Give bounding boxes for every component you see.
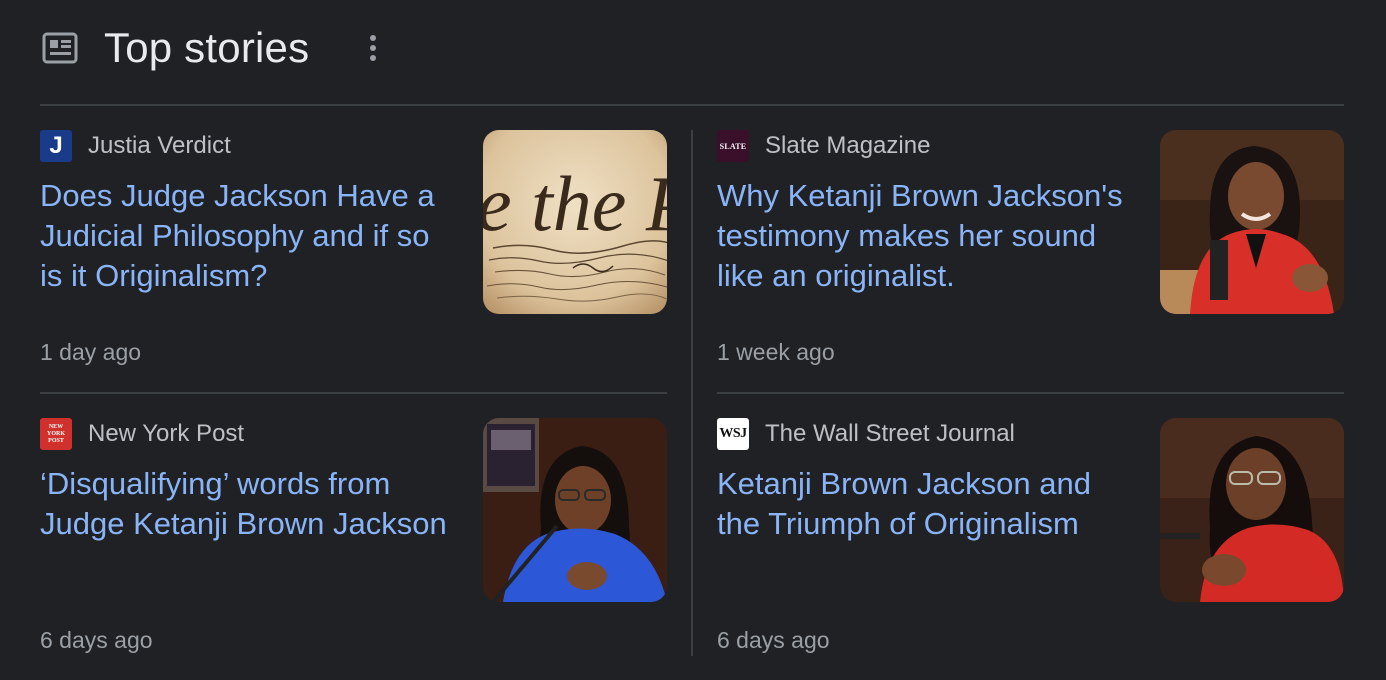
story-time: 6 days ago	[717, 627, 830, 653]
ketanji-brown-jackson-hearing-image[interactable]	[1160, 418, 1344, 602]
constitution-image[interactable]: e the Pe	[483, 130, 667, 314]
source-name: Justia Verdict	[88, 132, 231, 159]
more-options-button[interactable]	[361, 24, 385, 72]
story-source: WSJ The Wall Street Journal	[717, 418, 1015, 450]
story-card[interactable]: SLATE Slate Magazine Why Ketanji Brown J…	[717, 130, 1344, 370]
wall-street-journal-logo: WSJ	[717, 418, 749, 450]
justia-logo: J	[40, 130, 72, 162]
source-name: The Wall Street Journal	[765, 420, 1015, 447]
story-headline[interactable]: Does Judge Jackson Have a Judicial Philo…	[40, 176, 450, 296]
story-headline[interactable]: Why Ketanji Brown Jackson's testimony ma…	[717, 176, 1127, 296]
source-name: New York Post	[88, 420, 245, 447]
story-source: NEW YORK POST New York Post	[40, 418, 244, 450]
ketanji-brown-jackson-blue-jacket-image[interactable]	[483, 418, 667, 602]
row-divider-left	[40, 392, 667, 394]
story-headline[interactable]: Ketanji Brown Jackson and the Triumph of…	[717, 464, 1127, 544]
header-divider	[40, 104, 1344, 106]
story-card[interactable]: J Justia Verdict Does Judge Jackson Have…	[40, 130, 667, 370]
story-card[interactable]: NEW YORK POST New York Post ‘Disqualifyi…	[40, 418, 667, 658]
svg-text:e the Pe: e the Pe	[483, 160, 667, 247]
newspaper-icon	[40, 28, 80, 68]
slate-logo: SLATE	[717, 130, 749, 162]
story-time: 1 day ago	[40, 339, 142, 365]
top-stories-header: Top stories	[40, 20, 385, 76]
section-title: Top stories	[104, 24, 310, 71]
more-vert-icon	[370, 35, 377, 61]
story-source: J Justia Verdict	[40, 130, 231, 162]
story-source: SLATE Slate Magazine	[717, 130, 930, 162]
source-name: Slate Magazine	[765, 132, 931, 159]
story-time: 1 week ago	[717, 339, 835, 365]
story-card[interactable]: WSJ The Wall Street Journal Ketanji Brow…	[717, 418, 1344, 658]
column-divider	[691, 130, 693, 656]
ketanji-brown-jackson-red-jacket-image[interactable]	[1160, 130, 1344, 314]
new-york-post-logo: NEW YORK POST	[40, 418, 72, 450]
row-divider-right	[717, 392, 1344, 394]
story-time: 6 days ago	[40, 627, 153, 653]
story-headline[interactable]: ‘Disqualifying’ words from Judge Ketanji…	[40, 464, 450, 544]
